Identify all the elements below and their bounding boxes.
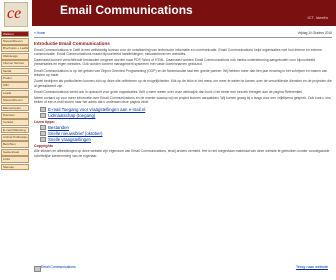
sidebar-item-diensten[interactable]: Diensten — [1, 111, 29, 119]
sidebar-item-links[interactable]: Links — [1, 156, 29, 164]
link-item[interactable]: E-mail Toegang voor vraagstellingen aan … — [40, 107, 332, 112]
intro-paragraph-5: Email Communications werkt ook in opdrac… — [34, 89, 303, 94]
sidebar-item-welkom[interactable]: Welkom — [1, 30, 29, 38]
arrow-icon — [40, 106, 46, 112]
arrow-icon — [40, 131, 46, 137]
link-text[interactable]: Snelle nieuwsbrief (oktober) — [48, 131, 102, 136]
footer-left-text: Email Communications — [41, 265, 76, 269]
sidebar-item-gastenboek[interactable]: Gastenboek — [1, 148, 29, 156]
intro-paragraph-4: Zowel bedrijven als particulieren kunnen… — [34, 79, 332, 88]
back-to-website-link[interactable]: Terug naar website — [296, 265, 328, 269]
sidebar-item-profiel[interactable]: Profiel — [1, 74, 29, 82]
link-text[interactable]: Lidmaatschap (toegang) — [48, 113, 95, 118]
sidebar-item-contact[interactable]: Contact — [1, 119, 29, 127]
copyright-paragraph: Alle teksten en afbeeldingen op deze web… — [34, 149, 330, 158]
footer-bar: Email Communications Terug naar website — [34, 262, 332, 274]
sidebar-item-archief[interactable]: Archief Publicaties — [1, 134, 29, 141]
arrow-icon — [40, 125, 46, 131]
link-text[interactable]: Bestanden — [48, 125, 69, 130]
intro-paragraph-2: Daarnaast kunnen verschillende bestanden… — [34, 58, 316, 67]
copyright-heading: Copyrights — [34, 144, 53, 149]
arrow-icon — [40, 112, 46, 118]
site-header: ce Email Communications ICT, Ideeën — [0, 0, 336, 30]
site-title: Email Communications — [60, 3, 193, 17]
sidebar-item-sitemap[interactable]: Sitemap — [1, 163, 29, 171]
sidebar-item-manuscripten[interactable]: Manuscripten — [1, 104, 29, 112]
sidebar-item-webdesign[interactable]: Webdesign — [1, 52, 29, 60]
breadcrumb-home-link[interactable]: » Home — [34, 31, 45, 36]
links-heading: Lezen tipps: — [34, 120, 55, 125]
sidebar-item-internet-service[interactable]: Internet Service — [1, 60, 29, 67]
intro-paragraph-6: Neem contact op voor meer informatie ove… — [34, 96, 331, 105]
link-item[interactable]: Snelle nieuwsbrief (oktober) — [40, 131, 332, 137]
link-item[interactable]: Snelle vraagstellingen — [40, 137, 332, 143]
logo-text: ce — [7, 5, 22, 22]
intro-paragraph-3: Email Communications is op het gebied va… — [34, 68, 328, 77]
main-content: » Home Vrijdag 10 Oktober 2016 Introduct… — [34, 30, 332, 278]
intro-paragraph-1: Email Communications in Delft is een zel… — [34, 47, 322, 56]
arrow-icon — [40, 137, 46, 143]
link-text[interactable]: Snelle vraagstellingen — [48, 137, 91, 142]
site-tagline: ICT, Ideeën — [307, 15, 328, 20]
sidebar-item-berichten[interactable]: Berichten — [1, 141, 29, 149]
breadcrumb-bar: » Home Vrijdag 10 Oktober 2016 — [34, 30, 332, 38]
sidebar-item-email-marketing[interactable]: E-mail Marketing — [1, 126, 29, 134]
title-band: Email Communications ICT, Ideeën — [32, 0, 336, 26]
page-heading: Introductie Email Communications — [34, 41, 110, 46]
sidebar-item-media[interactable]: Media — [1, 67, 29, 75]
link-item[interactable]: Lidmaatschap (toegang) — [40, 113, 332, 118]
logo[interactable]: ce — [4, 2, 28, 27]
sidebar-item-wiki[interactable]: Wiki — [1, 82, 29, 90]
sidebar-item-nieuwsbrieven[interactable]: Nieuwsbrieven — [1, 37, 29, 45]
sidebar-item-leads[interactable]: Leads — [1, 89, 29, 97]
link-item[interactable]: Bestanden — [40, 125, 332, 131]
sidebar-menu: Welkom Nieuwsbrieven Brochures + Leaflet… — [0, 30, 30, 280]
date-text: Vrijdag 10 Oktober 2016 — [297, 31, 332, 35]
sidebar-item-nieuwsbrieven-2[interactable]: Nieuwsbrieven — [1, 97, 29, 104]
printer-icon[interactable] — [34, 266, 41, 272]
sidebar-item-brochures[interactable]: Brochures + Leaflets — [1, 45, 29, 53]
link-text[interactable]: E-mail Toegang voor vraagstellingen aan … — [48, 107, 145, 112]
